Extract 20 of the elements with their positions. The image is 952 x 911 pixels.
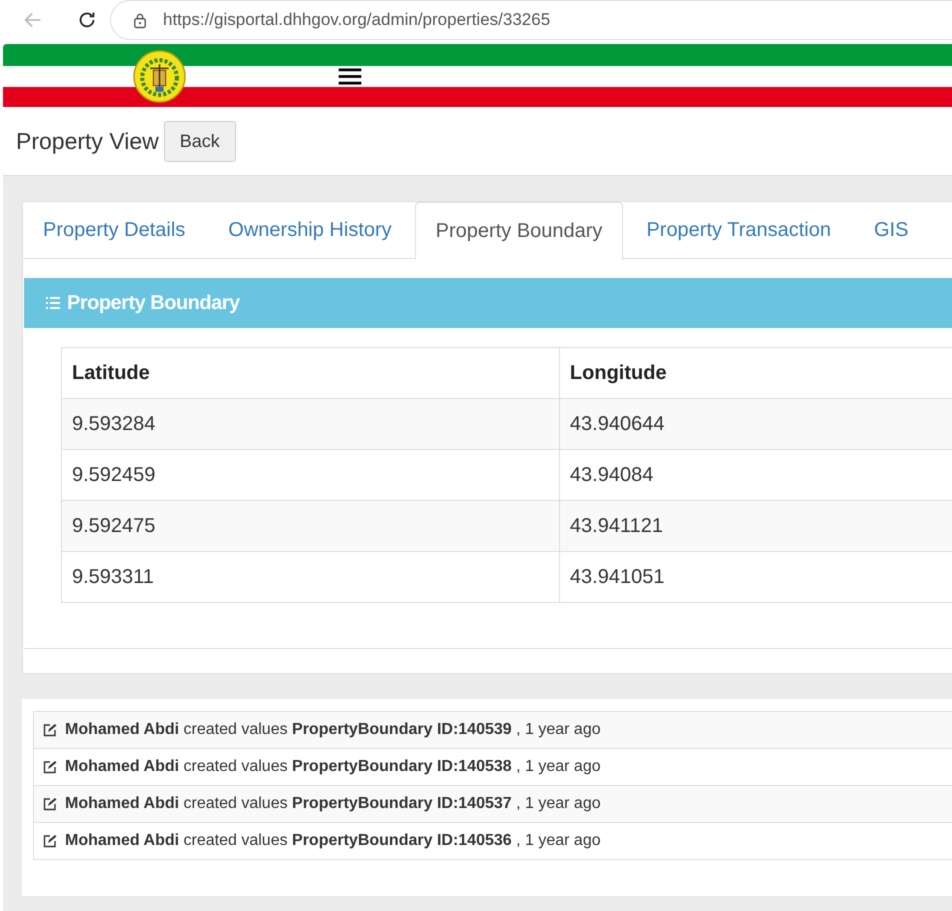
log-entry: Mohamed Abdi created values PropertyBoundary ID:140539 , 1 year ago xyxy=(65,721,601,739)
back-button[interactable]: Back xyxy=(164,120,236,162)
tab[interactable]: Property Details xyxy=(23,202,206,258)
url-text: https://gisportal.dhhgov.org/admin/properties/33265 xyxy=(163,10,550,30)
table-cell: 9.593311 xyxy=(62,552,560,602)
log-entry: Mohamed Abdi created values PropertyBoundary ID:140538 , 1 year ago xyxy=(65,758,601,776)
tab[interactable]: GIS xyxy=(854,202,928,258)
column-header: Latitude xyxy=(62,348,560,398)
table-cell: 9.592475 xyxy=(62,500,560,552)
page-title: Property View xyxy=(16,128,159,154)
address-bar[interactable]: https://gisportal.dhhgov.org/admin/properties/33265 xyxy=(110,0,952,40)
table-cell: 9.593284 xyxy=(62,398,560,450)
log-entry: Mohamed Abdi created values PropertyBoundary ID:140537 , 1 year ago xyxy=(65,795,601,813)
log-entry: Mohamed Abdi created values PropertyBoundary ID:140536 , 1 year ago xyxy=(65,832,601,850)
tab[interactable]: Property Transaction xyxy=(626,202,851,258)
tab[interactable]: Property Boundary xyxy=(414,202,624,260)
tab[interactable]: Ownership History xyxy=(208,202,412,258)
table-cell: 43.941121 xyxy=(559,500,952,552)
table-cell: 43.940644 xyxy=(559,398,952,450)
panel-title: Property Boundary xyxy=(67,292,240,314)
